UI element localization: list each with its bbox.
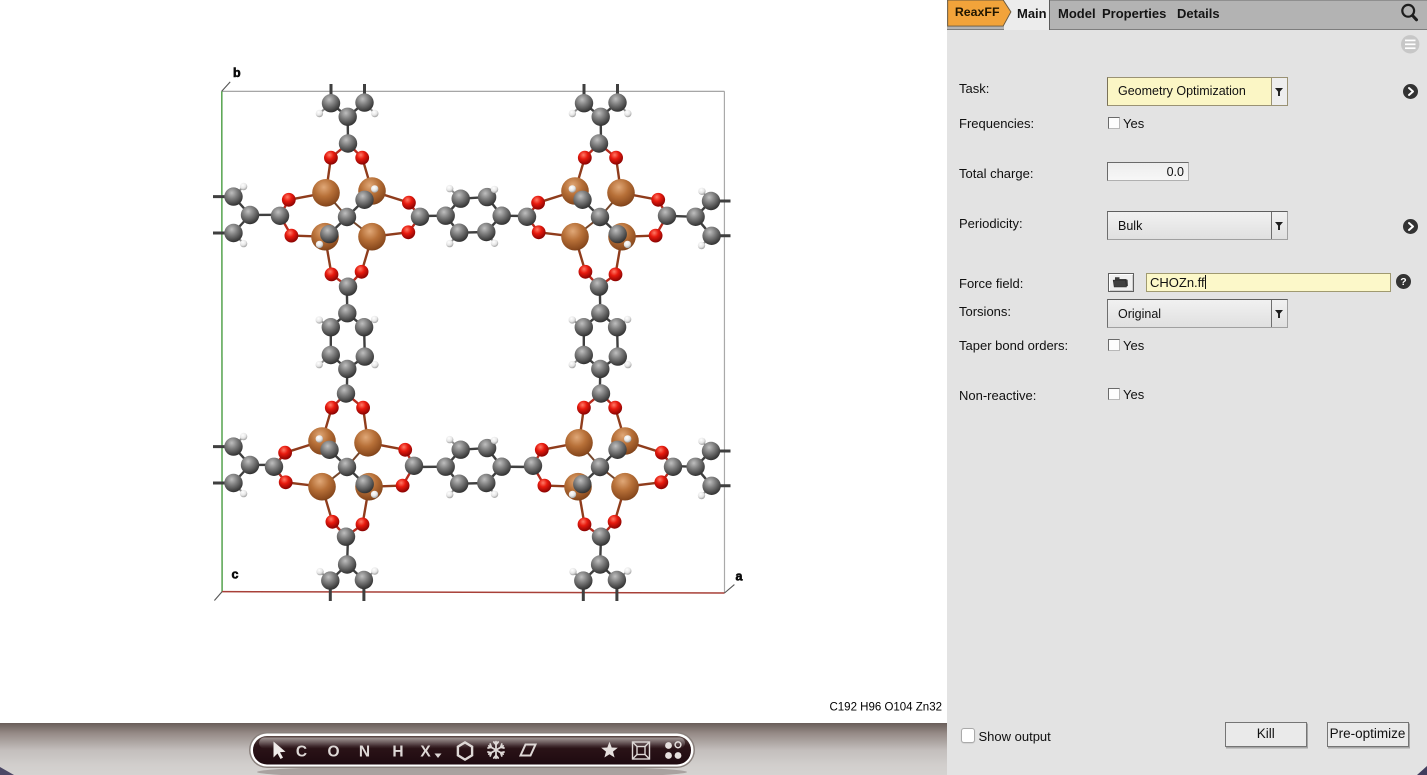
svg-text:ReaxFF: ReaxFF bbox=[955, 5, 1000, 19]
svg-text:?: ? bbox=[1400, 276, 1406, 288]
svg-text:c: c bbox=[232, 568, 239, 582]
svg-text:C: C bbox=[296, 744, 307, 761]
svg-text:X: X bbox=[420, 744, 431, 761]
svg-text:a: a bbox=[736, 570, 744, 584]
svg-text:C192 H96 O104 Zn32: C192 H96 O104 Zn32 bbox=[829, 702, 942, 714]
svg-text:H: H bbox=[392, 744, 403, 761]
svg-text:b: b bbox=[233, 66, 241, 80]
svg-text:N: N bbox=[359, 744, 370, 761]
svg-text:O: O bbox=[327, 744, 339, 761]
